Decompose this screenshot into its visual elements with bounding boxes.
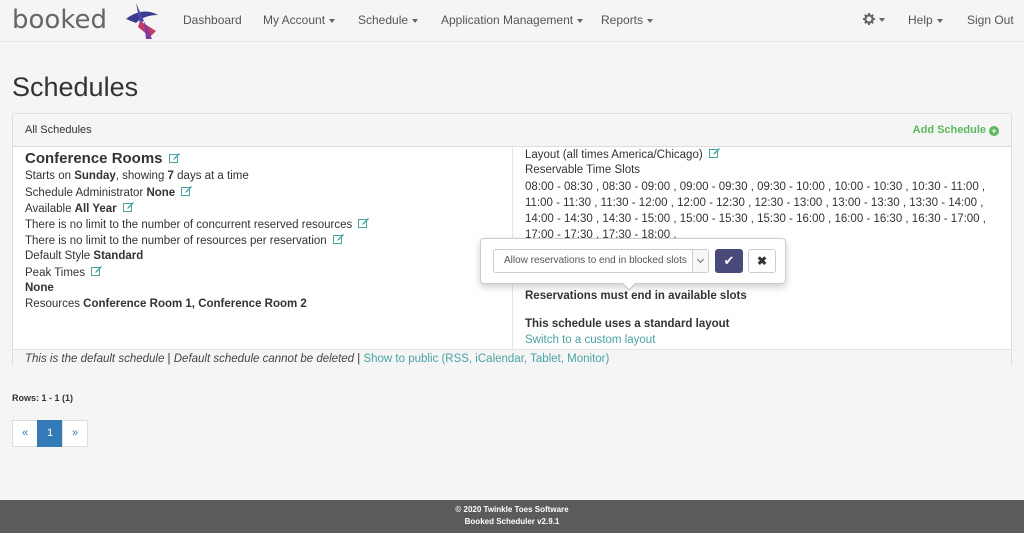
time-slot-row: 14:00 - 14:30 , 14:30 - 15:00 , 15:00 - …: [525, 213, 986, 225]
nav-help[interactable]: Help: [908, 13, 943, 27]
nav-my-account[interactable]: My Account: [263, 13, 336, 27]
start-day-value: Sunday: [74, 170, 116, 182]
admin-label: Schedule Administrator: [25, 187, 147, 199]
starts-label: Starts on: [25, 170, 75, 182]
edit-icon[interactable]: [168, 153, 180, 164]
schedule-name: Conference Rooms: [25, 150, 163, 167]
layout-type: This schedule uses a standard layout: [525, 318, 730, 330]
nav-sign-out-label: Sign Out: [967, 13, 1014, 27]
caret-down-icon: [647, 18, 654, 23]
panel-heading: All Schedules Add Schedule +: [13, 114, 1011, 147]
page-1-button[interactable]: 1: [37, 420, 63, 447]
logo-mark-icon: [126, 3, 158, 39]
caret-down-icon: [879, 17, 885, 22]
resources-label: Resources: [25, 298, 84, 310]
nav-reports[interactable]: Reports: [601, 13, 654, 27]
booked-logo[interactable]: booked: [12, 3, 158, 39]
nav-sign-out[interactable]: Sign Out: [967, 13, 1014, 27]
close-icon: ✖: [756, 254, 768, 268]
nav-settings[interactable]: [863, 12, 885, 26]
panel-footer: This is the default schedule | Default s…: [13, 349, 1011, 367]
caret-down-icon: [936, 18, 943, 23]
show-public-link[interactable]: Show to public (RSS, iCalendar, Tablet, …: [363, 353, 609, 365]
peak-times-value: None: [25, 282, 54, 294]
concurrent-limit-row: There is no limit to the number of concu…: [25, 218, 370, 231]
resources-limit-row: There is no limit to the number of resou…: [25, 234, 344, 247]
reservations-rule[interactable]: Reservations must end in available slots: [525, 290, 747, 302]
layout-label: Layout (all times America/Chicago): [525, 149, 703, 161]
concurrent-limit-text: There is no limit to the number of concu…: [25, 219, 353, 231]
admin-value: None: [146, 187, 176, 199]
nav-schedule-label: Schedule: [358, 13, 409, 27]
select-value: Allow reservations to end in blocked slo…: [504, 255, 687, 266]
available-row: Available All Year: [25, 202, 134, 215]
page-footer: © 2020 Twinkle Toes Software Booked Sche…: [0, 500, 1024, 533]
resources-limit-text: There is no limit to the number of resou…: [25, 235, 327, 247]
schedule-name-row: Conference Rooms: [25, 150, 180, 167]
nav-dashboard-label: Dashboard: [183, 13, 242, 27]
reservation-end-popover: Allow reservations to end in blocked slo…: [480, 238, 786, 291]
edit-icon[interactable]: [122, 202, 134, 213]
add-schedule-button[interactable]: Add Schedule +: [913, 124, 999, 136]
page-title: Schedules: [12, 72, 139, 102]
edit-icon[interactable]: [708, 148, 720, 159]
time-slot-list: 08:00 - 08:30 , 08:30 - 09:00 , 09:00 - …: [525, 179, 995, 243]
default-style-label: Default Style: [25, 250, 94, 262]
cannot-delete-text: Default schedule cannot be deleted: [173, 353, 355, 365]
popover-arrow-inner: [622, 282, 636, 289]
nav-application-management-label: Application Management: [441, 13, 574, 27]
rows-info: Rows: 1 - 1 (1): [12, 393, 74, 403]
confirm-button[interactable]: ✔: [715, 249, 743, 273]
default-style-row: Default Style Standard: [25, 250, 143, 262]
peak-times-label: Peak Times: [25, 267, 86, 279]
time-slot-row: 11:00 - 11:30 , 11:30 - 12:00 , 12:00 - …: [525, 197, 984, 209]
edit-icon[interactable]: [91, 266, 103, 277]
default-schedule-text: This is the default schedule: [25, 353, 165, 365]
reservation-end-select[interactable]: Allow reservations to end in blocked slo…: [493, 249, 709, 273]
available-value: All Year: [74, 203, 117, 215]
nav-application-management[interactable]: Application Management: [441, 13, 584, 27]
top-navbar: booked Dashboard My Account Schedule App…: [0, 0, 1024, 42]
caret-down-icon: [329, 18, 336, 23]
plus-circle-icon: +: [989, 126, 999, 136]
caret-down-icon: [577, 18, 584, 23]
showing-label: , showing: [115, 170, 168, 182]
edit-icon[interactable]: [181, 186, 193, 197]
nav-schedule[interactable]: Schedule: [358, 13, 419, 27]
footer-separator: |: [164, 353, 174, 365]
edit-icon[interactable]: [332, 234, 344, 245]
next-page-button[interactable]: »: [62, 420, 88, 447]
available-label: Available: [25, 203, 75, 215]
check-icon: ✔: [723, 253, 735, 268]
pagination: « 1 »: [12, 420, 88, 447]
chevron-down-icon: [692, 250, 708, 272]
switch-layout-link[interactable]: Switch to a custom layout: [525, 334, 655, 346]
default-style-value: Standard: [93, 250, 144, 262]
nav-help-label: Help: [908, 13, 933, 27]
peak-times-row: Peak Times: [25, 266, 103, 279]
caret-down-icon: [412, 18, 419, 23]
resources-value: Conference Room 1, Conference Room 2: [83, 298, 307, 310]
gear-icon: [863, 13, 875, 25]
prev-page-button[interactable]: «: [12, 420, 38, 447]
days-suffix: days at a time: [173, 170, 249, 182]
edit-icon[interactable]: [358, 218, 370, 229]
time-slot-row: 08:00 - 08:30 , 08:30 - 09:00 , 09:00 - …: [525, 181, 986, 193]
layout-row: Layout (all times America/Chicago): [525, 148, 720, 161]
resources-row: Resources Conference Room 1, Conference …: [25, 298, 307, 310]
nav-dashboard[interactable]: Dashboard: [183, 13, 242, 27]
version-text: Booked Scheduler v2.9.1: [464, 517, 560, 526]
logo-text: booked: [12, 5, 107, 35]
reservable-slots-label: Reservable Time Slots: [525, 164, 641, 176]
cancel-button[interactable]: ✖: [748, 249, 776, 273]
copyright-text: © 2020 Twinkle Toes Software: [455, 505, 569, 514]
add-schedule-label: Add Schedule: [912, 124, 986, 136]
all-schedules-label: All Schedules: [25, 124, 92, 136]
nav-my-account-label: My Account: [263, 13, 326, 27]
start-day-row: Starts on Sunday, showing 7 days at a ti…: [25, 170, 249, 182]
admin-row: Schedule Administrator None: [25, 186, 193, 199]
nav-reports-label: Reports: [601, 13, 644, 27]
